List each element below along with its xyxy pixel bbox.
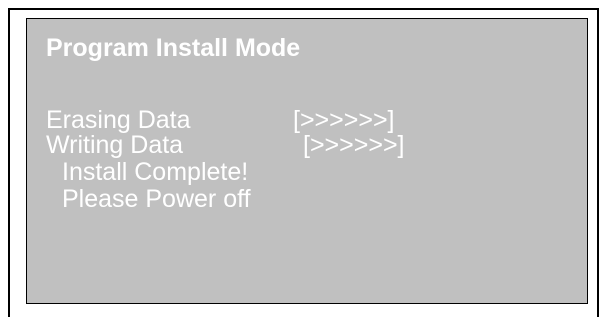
erasing-data-progress: [>>>>>>] [293,106,395,134]
screen-title: Program Install Mode [46,34,301,62]
erasing-data-label: Erasing Data [46,106,191,134]
power-off-message: Please Power off [62,185,251,213]
install-complete-message: Install Complete! [62,158,249,186]
install-screen-panel: Program Install Mode Erasing Data [>>>>>… [26,18,588,304]
writing-data-label: Writing Data [46,131,184,159]
writing-data-progress: [>>>>>>] [303,131,405,159]
